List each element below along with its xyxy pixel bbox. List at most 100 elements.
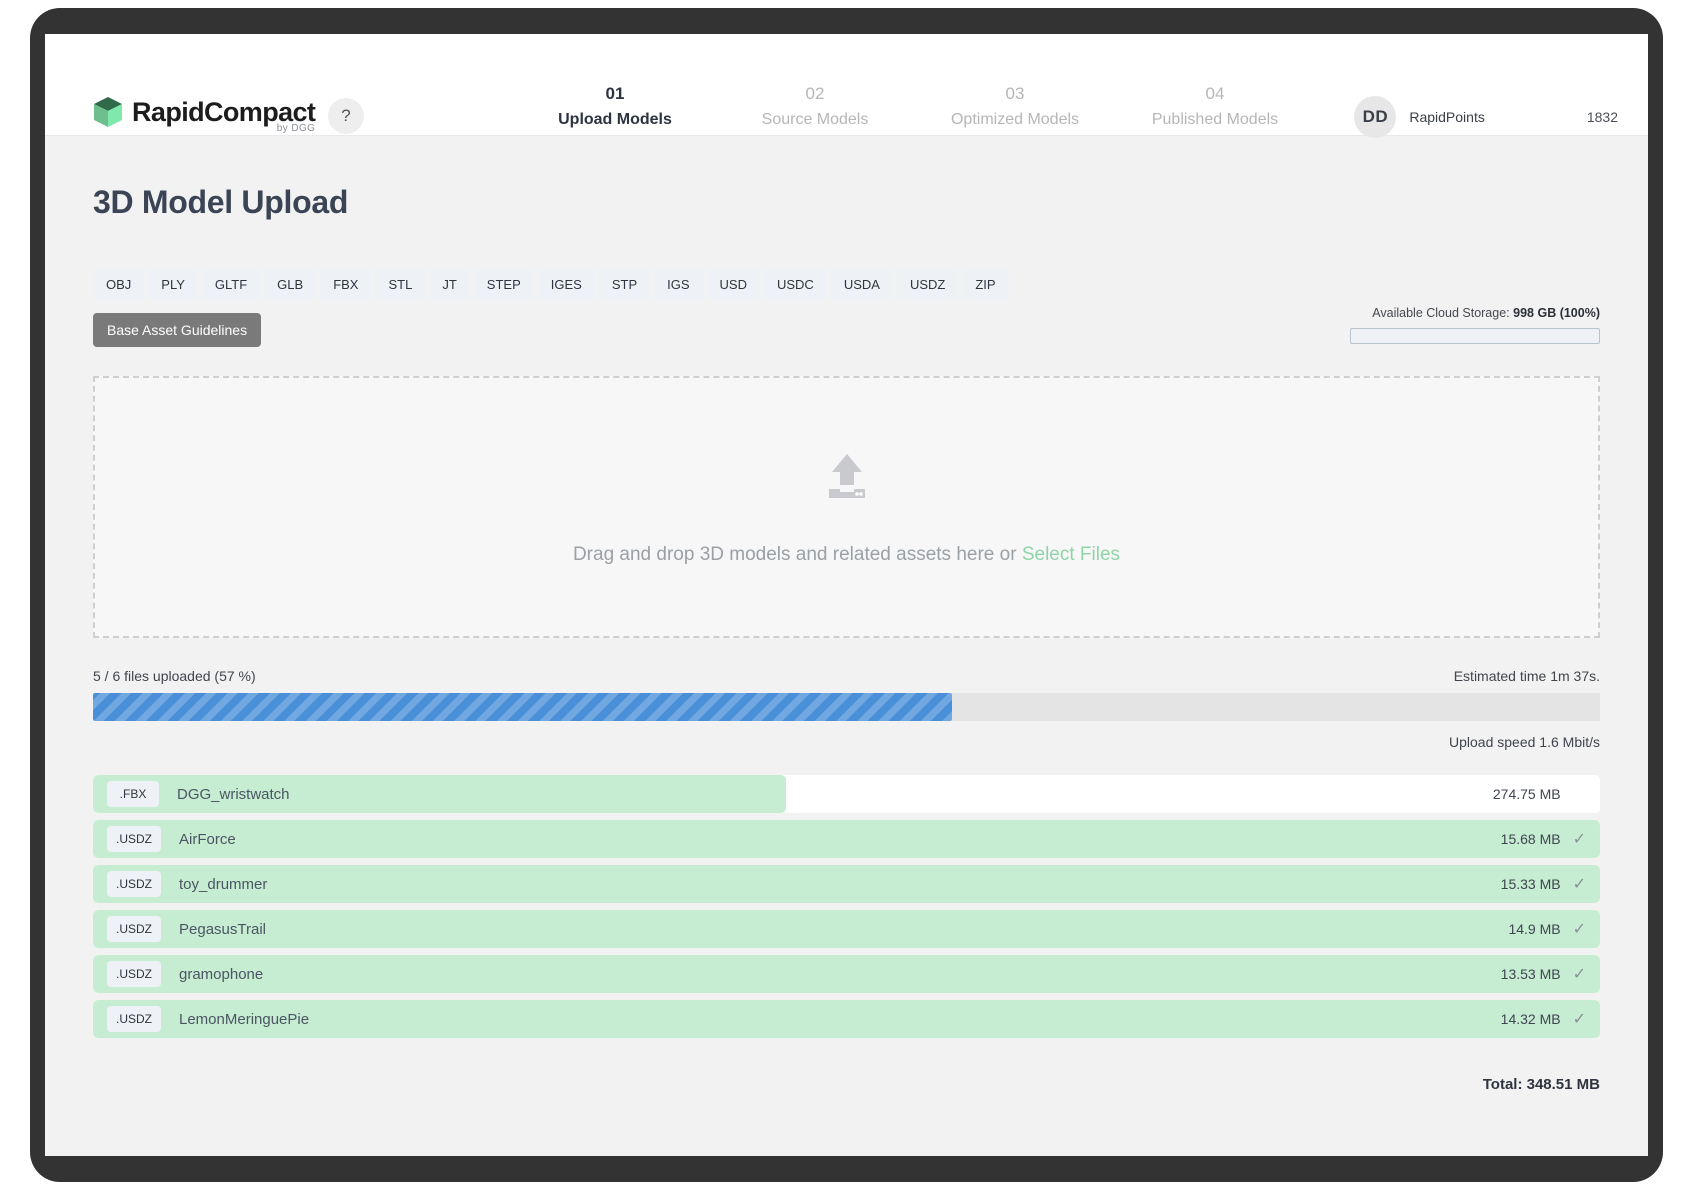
file-extension-badge: .FBX <box>107 781 159 807</box>
step-label: Source Models <box>761 111 869 128</box>
file-row-right: 14.32 MB ✓ <box>1501 1009 1586 1029</box>
format-tag-obj[interactable]: OBJ <box>93 269 145 300</box>
upload-progress-fill <box>93 693 952 721</box>
format-tag-usdc[interactable]: USDC <box>763 269 827 300</box>
file-row[interactable]: .FBX DGG_wristwatch 274.75 MB✓ <box>93 775 1600 813</box>
file-row-right: 15.68 MB ✓ <box>1501 829 1586 849</box>
upload-icon <box>821 449 873 506</box>
file-uploaded-check-icon: ✓ <box>1572 966 1586 983</box>
step-number: 03 <box>1005 84 1025 103</box>
storage-label: Available Cloud Storage: <box>1372 306 1510 320</box>
logo-area[interactable]: RapidCompact by DGG <box>93 96 316 134</box>
cloud-storage-widget: Available Cloud Storage: 998 GB (100%) <box>1350 306 1600 344</box>
file-size: 14.9 MB <box>1508 921 1561 937</box>
upload-progress-header: 5 / 6 files uploaded (57 %) Estimated ti… <box>93 668 1600 684</box>
step-upload-models[interactable]: 01 Upload Models <box>515 84 715 129</box>
dropzone-text: Drag and drop 3D models and related asse… <box>573 544 1120 566</box>
format-tag-jt[interactable]: JT <box>429 269 470 300</box>
file-uploaded-check-icon: ✓ <box>1572 1011 1586 1028</box>
supported-formats-list: OBJ PLY GLTF GLB FBX STL JT STEP IGES STP IGS USD US… <box>93 269 1600 300</box>
file-size: 14.32 MB <box>1500 1011 1561 1027</box>
file-extension-badge: .USDZ <box>107 916 161 942</box>
file-row-content: .USDZ AirForce 15.68 MB ✓ <box>93 820 1600 858</box>
file-row-content: .FBX DGG_wristwatch 274.75 MB✓ <box>93 775 1600 813</box>
avatar[interactable]: DD <box>1354 96 1397 138</box>
total-size-text: Total: 348.51 MB <box>1482 1076 1600 1093</box>
file-row-content: .USDZ gramophone 13.53 MB ✓ <box>93 955 1600 993</box>
step-label: Published Models <box>1151 111 1279 128</box>
step-optimized-models[interactable]: 03 Optimized Models <box>915 84 1115 129</box>
page-body: 3D Model Upload OBJ PLY GLTF GLB FBX STL JT STE… <box>45 184 1648 1093</box>
file-row[interactable]: .USDZ PegasusTrail 14.9 MB ✓ <box>93 910 1600 948</box>
format-tag-stp[interactable]: STP <box>598 269 651 300</box>
upload-status-text: 5 / 6 files uploaded (57 %) <box>93 668 256 684</box>
file-extension-badge: .USDZ <box>107 871 161 897</box>
file-row-content: .USDZ toy_drummer 15.33 MB ✓ <box>93 865 1600 903</box>
file-row[interactable]: .USDZ gramophone 13.53 MB ✓ <box>93 955 1600 993</box>
format-tag-fbx[interactable]: FBX <box>320 269 372 300</box>
step-source-models[interactable]: 02 Source Models <box>715 84 915 129</box>
dropzone-instruction: Drag and drop 3D models and related asse… <box>572 543 1017 565</box>
file-uploaded-check-icon: ✓ <box>1572 831 1586 848</box>
step-label: Optimized Models <box>950 111 1080 128</box>
file-size: 13.53 MB <box>1500 966 1561 982</box>
format-tag-ply[interactable]: PLY <box>148 269 198 300</box>
format-tag-glb[interactable]: GLB <box>264 269 317 300</box>
storage-bar <box>1350 328 1600 344</box>
file-row-content: .USDZ LemonMeringuePie 14.32 MB ✓ <box>93 1000 1600 1038</box>
format-tag-gltf[interactable]: GLTF <box>201 269 261 300</box>
format-tag-usdz[interactable]: USDZ <box>896 269 959 300</box>
format-tag-step[interactable]: STEP <box>473 269 534 300</box>
app-header: RapidCompact by DGG ? 01 Upload Models 0… <box>45 34 1648 138</box>
file-size: 15.33 MB <box>1500 876 1561 892</box>
base-asset-guidelines-button[interactable]: Base Asset Guidelines <box>93 313 262 347</box>
brand-subtitle: by DGG <box>276 122 316 134</box>
file-extension-badge: .USDZ <box>107 1006 161 1032</box>
file-row-content: .USDZ PegasusTrail 14.9 MB ✓ <box>93 910 1600 948</box>
file-name: toy_drummer <box>179 875 268 893</box>
workflow-steps: 01 Upload Models 02 Source Models 03 Opt… <box>515 84 1315 129</box>
file-extension-badge: .USDZ <box>107 961 161 987</box>
storage-value: 998 GB (100%) <box>1513 306 1600 320</box>
upload-speed-text: Upload speed 1.6 Mbit/s <box>1449 734 1600 750</box>
file-dropzone[interactable]: Drag and drop 3D models and related asse… <box>93 376 1600 638</box>
file-row-right: 13.53 MB ✓ <box>1501 964 1586 984</box>
step-label: Upload Models <box>558 111 672 128</box>
format-tag-iges[interactable]: IGES <box>537 269 595 300</box>
rapidpoints-label: RapidPoints <box>1409 109 1485 125</box>
file-row-right: 15.33 MB ✓ <box>1501 874 1586 894</box>
file-row[interactable]: .USDZ toy_drummer 15.33 MB ✓ <box>93 865 1600 903</box>
format-tag-stl[interactable]: STL <box>375 269 426 300</box>
rapidpoints-area[interactable]: DD RapidPoints 1832 <box>1354 96 1618 138</box>
page-title: 3D Model Upload <box>93 184 349 220</box>
help-button[interactable]: ? <box>328 98 364 134</box>
file-name: gramophone <box>179 965 264 983</box>
format-tag-igs[interactable]: IGS <box>654 269 703 300</box>
guidelines-row: Base Asset Guidelines Available Cloud St… <box>93 306 1600 361</box>
estimated-time-text: Estimated time 1m 37s. <box>1453 668 1600 684</box>
file-row-right: 14.9 MB ✓ <box>1508 919 1586 939</box>
file-row[interactable]: .USDZ AirForce 15.68 MB ✓ <box>93 820 1600 858</box>
file-size: 15.68 MB <box>1500 831 1561 847</box>
app-screen: RapidCompact by DGG ? 01 Upload Models 0… <box>45 34 1648 1156</box>
rapidpoints-value: 1832 <box>1586 109 1618 125</box>
file-uploaded-check-icon: ✓ <box>1572 876 1586 893</box>
file-uploaded-check-icon: ✓ <box>1572 921 1586 938</box>
storage-text: Available Cloud Storage: 998 GB (100%) <box>1350 306 1600 320</box>
file-name: AirForce <box>179 830 236 848</box>
file-name: PegasusTrail <box>179 920 266 938</box>
step-published-models[interactable]: 04 Published Models <box>1115 84 1315 129</box>
format-tag-usd[interactable]: USD <box>706 269 760 300</box>
file-row-right: 274.75 MB✓ <box>1493 784 1586 804</box>
format-tag-usda[interactable]: USDA <box>830 269 893 300</box>
step-number: 01 <box>605 84 625 103</box>
step-number: 04 <box>1205 84 1225 103</box>
step-number: 02 <box>805 84 825 103</box>
file-row[interactable]: .USDZ LemonMeringuePie 14.32 MB ✓ <box>93 1000 1600 1038</box>
file-name: LemonMeringuePie <box>179 1010 310 1028</box>
select-files-link[interactable]: Select Files <box>1022 544 1120 565</box>
format-tag-zip[interactable]: ZIP <box>962 269 1009 300</box>
file-name: DGG_wristwatch <box>177 785 290 803</box>
rapidcompact-cube-logo-icon <box>93 96 123 128</box>
uploaded-files-list: .FBX DGG_wristwatch 274.75 MB✓ .USDZ AirForc… <box>93 775 1600 1038</box>
